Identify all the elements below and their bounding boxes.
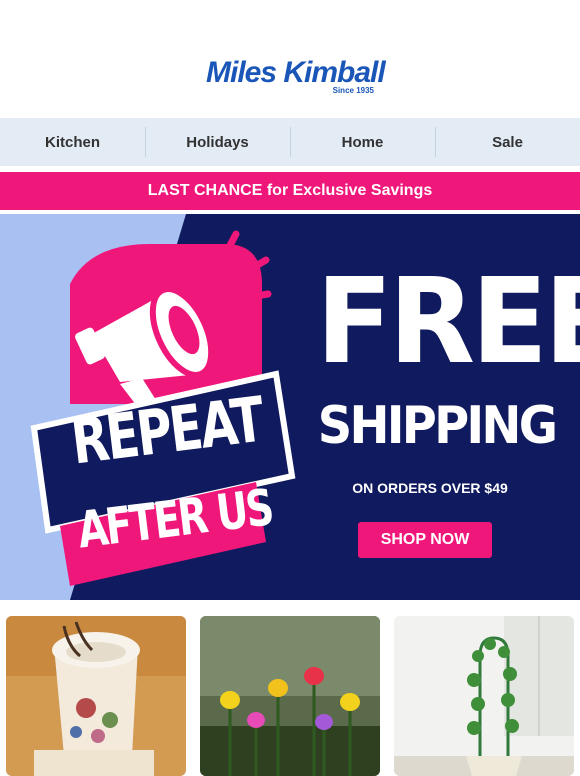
brand-logo[interactable]: Miles Kimball Since 1935 (206, 56, 386, 100)
product-card-glasses-holder[interactable] (6, 616, 186, 776)
tapestry-glasses-holder-image (6, 616, 186, 776)
hero-headline-free: FREE (316, 252, 580, 390)
email-header: Miles Kimball Since 1935 (0, 0, 580, 118)
tulip-solar-lights-image (200, 616, 380, 776)
product-card-tulip-lights[interactable] (200, 616, 380, 776)
hero-subtext: ON ORDERS OVER $49 (352, 480, 508, 496)
nav-item-sale[interactable]: Sale (435, 118, 580, 166)
ivy-topiary-plant-image (394, 616, 574, 776)
brand-tagline: Since 1935 (332, 86, 374, 95)
nav-item-kitchen[interactable]: Kitchen (0, 118, 145, 166)
promo-banner[interactable]: LAST CHANCE for Exclusive Savings (0, 172, 580, 210)
shop-now-button[interactable]: SHOP NOW (358, 522, 492, 558)
product-card-ivy-topiary[interactable] (394, 616, 574, 776)
nav-item-home[interactable]: Home (290, 118, 435, 166)
brand-name: Miles Kimball (206, 56, 386, 89)
product-grid (0, 612, 580, 776)
nav-item-holidays[interactable]: Holidays (145, 118, 290, 166)
category-nav: Kitchen Holidays Home Sale (0, 118, 580, 166)
hero-headline-shipping: SHIPPING (317, 396, 558, 456)
hero-banner[interactable]: REPEAT AFTER US FREE SHIPPING ON ORDERS … (0, 214, 580, 600)
